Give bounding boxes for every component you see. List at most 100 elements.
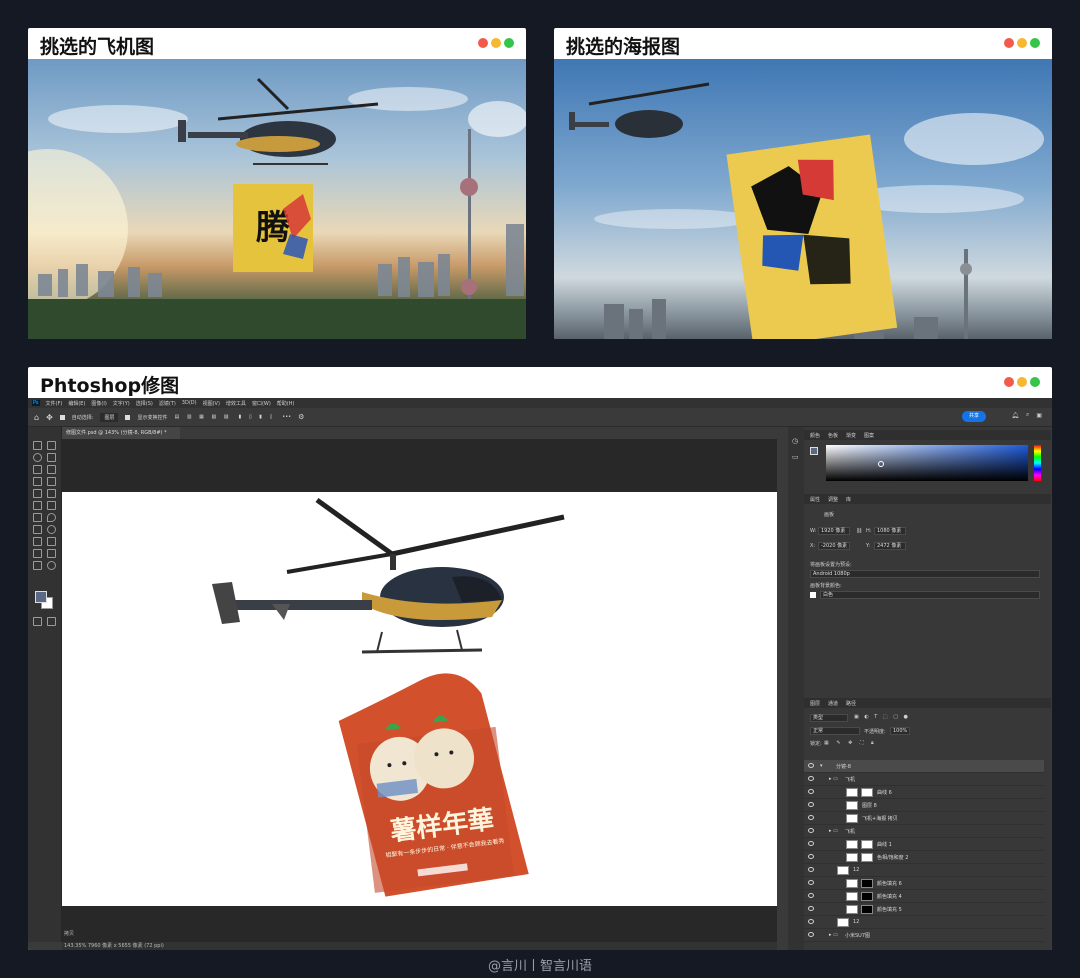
quick-select-icon[interactable] [47, 453, 56, 462]
eye-icon[interactable] [808, 815, 814, 820]
layer-row[interactable]: 曲线 1 [804, 838, 1044, 851]
tab-channels[interactable]: 通道 [828, 700, 838, 707]
artboard[interactable]: 薯样年華 相聚有一条步步的日常 · 伴意不会顾我去看秀 [62, 492, 777, 906]
artboard-icon[interactable] [47, 441, 56, 450]
layer-select-dropdown[interactable]: 图层 [100, 412, 119, 422]
green-dot[interactable] [504, 38, 514, 48]
distribute-icons[interactable]: ▮ ▯ ▮ ▯ [238, 414, 275, 420]
move-tool-icon[interactable]: ✥ [46, 413, 53, 422]
red-dot[interactable] [1004, 38, 1014, 48]
yellow-dot[interactable] [1017, 377, 1027, 387]
gear-icon[interactable]: ⚙ [298, 413, 304, 421]
tab-patterns[interactable]: 图案 [864, 432, 874, 439]
layer-row[interactable]: 图层 8 [804, 799, 1044, 812]
layer-row[interactable]: ▾ 分镜-8 [804, 760, 1044, 773]
green-dot[interactable] [1030, 377, 1040, 387]
bg-color-dropdown[interactable]: 白色 [820, 591, 1040, 599]
eye-icon[interactable] [808, 828, 814, 833]
brush-icon[interactable] [33, 489, 42, 498]
eye-icon[interactable] [808, 789, 814, 794]
yellow-dot[interactable] [491, 38, 501, 48]
eye-icon[interactable] [808, 854, 814, 859]
blur-icon[interactable] [47, 513, 56, 522]
yellow-dot[interactable] [1017, 38, 1027, 48]
move-icon[interactable] [33, 441, 42, 450]
share-button[interactable]: 共享 [962, 411, 986, 422]
color-picker-cursor[interactable] [878, 461, 884, 467]
hue-slider[interactable] [1034, 445, 1041, 481]
x-field[interactable]: -2020 像素 [818, 542, 850, 550]
quick-mask-icon[interactable] [33, 617, 42, 626]
menu-type[interactable]: 文字(Y) [113, 400, 130, 407]
height-field[interactable]: 1080 像素 [874, 527, 906, 535]
menu-image[interactable]: 图像(I) [91, 400, 106, 407]
document-tab[interactable]: 修图文件.psd @ 143% (分镜-8, RGB/8#) * [62, 427, 180, 439]
comment-icon[interactable]: ▭ [792, 453, 799, 461]
menu-ps-logo[interactable]: Ps [32, 400, 40, 406]
path-select-icon[interactable] [33, 549, 42, 558]
eyedropper-icon[interactable] [33, 477, 42, 486]
menu-window[interactable]: 窗口(W) [252, 400, 271, 407]
align-icons[interactable]: ▤ ▥ ▦ ▧ ▨ [175, 414, 232, 420]
eye-icon[interactable] [808, 880, 814, 885]
menu-view[interactable]: 视图(V) [203, 400, 220, 407]
type-icon[interactable] [47, 537, 56, 546]
folder-icon[interactable]: ▸ ▭ [829, 776, 838, 782]
tab-swatches[interactable]: 色板 [828, 432, 838, 439]
zoom-small-icon[interactable] [47, 525, 56, 534]
bg-color-swatch[interactable] [810, 592, 816, 598]
tab-libraries[interactable]: 库 [846, 496, 851, 503]
preset-dropdown[interactable]: Android 1080p [810, 570, 1040, 578]
eye-icon[interactable] [808, 802, 814, 807]
red-dot[interactable] [478, 38, 488, 48]
link-icon[interactable]: ⛓ [856, 528, 862, 534]
gradient-icon[interactable] [33, 513, 42, 522]
poster-cutout[interactable]: 薯样年華 相聚有一条步步的日常 · 伴意不会顾我去看秀 [334, 666, 529, 900]
blend-mode-dropdown[interactable]: 正常 [810, 727, 860, 735]
eye-icon[interactable] [808, 776, 814, 781]
eye-icon[interactable] [808, 932, 814, 937]
menu-edit[interactable]: 编辑(E) [68, 400, 85, 407]
filter-icons[interactable]: ▣ ◐ T ⬚ ▢ ● [854, 714, 910, 720]
screen-mode-icon[interactable] [47, 617, 56, 626]
menu-select[interactable]: 选择(S) [136, 400, 153, 407]
zoom-icon[interactable] [47, 561, 56, 570]
eye-icon[interactable] [808, 893, 814, 898]
eye-icon[interactable] [808, 841, 814, 846]
width-field[interactable]: 1920 像素 [818, 527, 850, 535]
tab-layers[interactable]: 图层 [810, 700, 820, 707]
transform-checkbox[interactable] [125, 414, 131, 420]
menu-file[interactable]: 文件(F) [46, 400, 63, 407]
history-brush-icon[interactable] [33, 501, 42, 510]
menu-plugins[interactable]: 增效工具 [226, 400, 246, 407]
menu-3d[interactable]: 3D(D) [182, 400, 197, 406]
history-icon[interactable]: ◷ [792, 437, 798, 445]
folder-icon[interactable]: ▸ ▭ [829, 828, 838, 834]
layer-row[interactable]: 12 [804, 864, 1044, 877]
eye-icon[interactable] [808, 867, 814, 872]
bell-icon[interactable]: 🔔︎ [1011, 412, 1019, 419]
tab-color[interactable]: 颜色 [810, 432, 820, 439]
folder-icon[interactable]: ▸ ▭ [829, 932, 838, 938]
frame-icon[interactable] [47, 465, 56, 474]
color-picker-field[interactable] [826, 445, 1028, 481]
stamp-icon[interactable] [47, 489, 56, 498]
eraser-icon[interactable] [47, 501, 56, 510]
tab-properties[interactable]: 属性 [810, 496, 820, 503]
home-icon[interactable]: ⌂ [34, 413, 39, 422]
dodge-icon[interactable] [33, 525, 42, 534]
layer-row[interactable]: ▸ ▭ 小米SU7图 [804, 929, 1044, 942]
eye-icon[interactable] [808, 906, 814, 911]
hand-icon[interactable] [33, 561, 42, 570]
layer-row[interactable]: 12 [804, 916, 1044, 929]
artboard-icon[interactable]: ▾ [820, 763, 823, 769]
pen-icon[interactable] [33, 537, 42, 546]
layer-row[interactable]: 颜色填充 5 [804, 903, 1044, 916]
crop-icon[interactable] [33, 465, 42, 474]
tab-paths[interactable]: 路径 [846, 700, 856, 707]
green-dot[interactable] [1030, 38, 1040, 48]
tab-gradients[interactable]: 渐变 [846, 432, 856, 439]
layer-row[interactable]: ▸ ▭ 飞机 [804, 825, 1044, 838]
lasso-icon[interactable] [33, 453, 42, 462]
layer-row[interactable]: ▸ ▭ 飞机 [804, 773, 1044, 786]
